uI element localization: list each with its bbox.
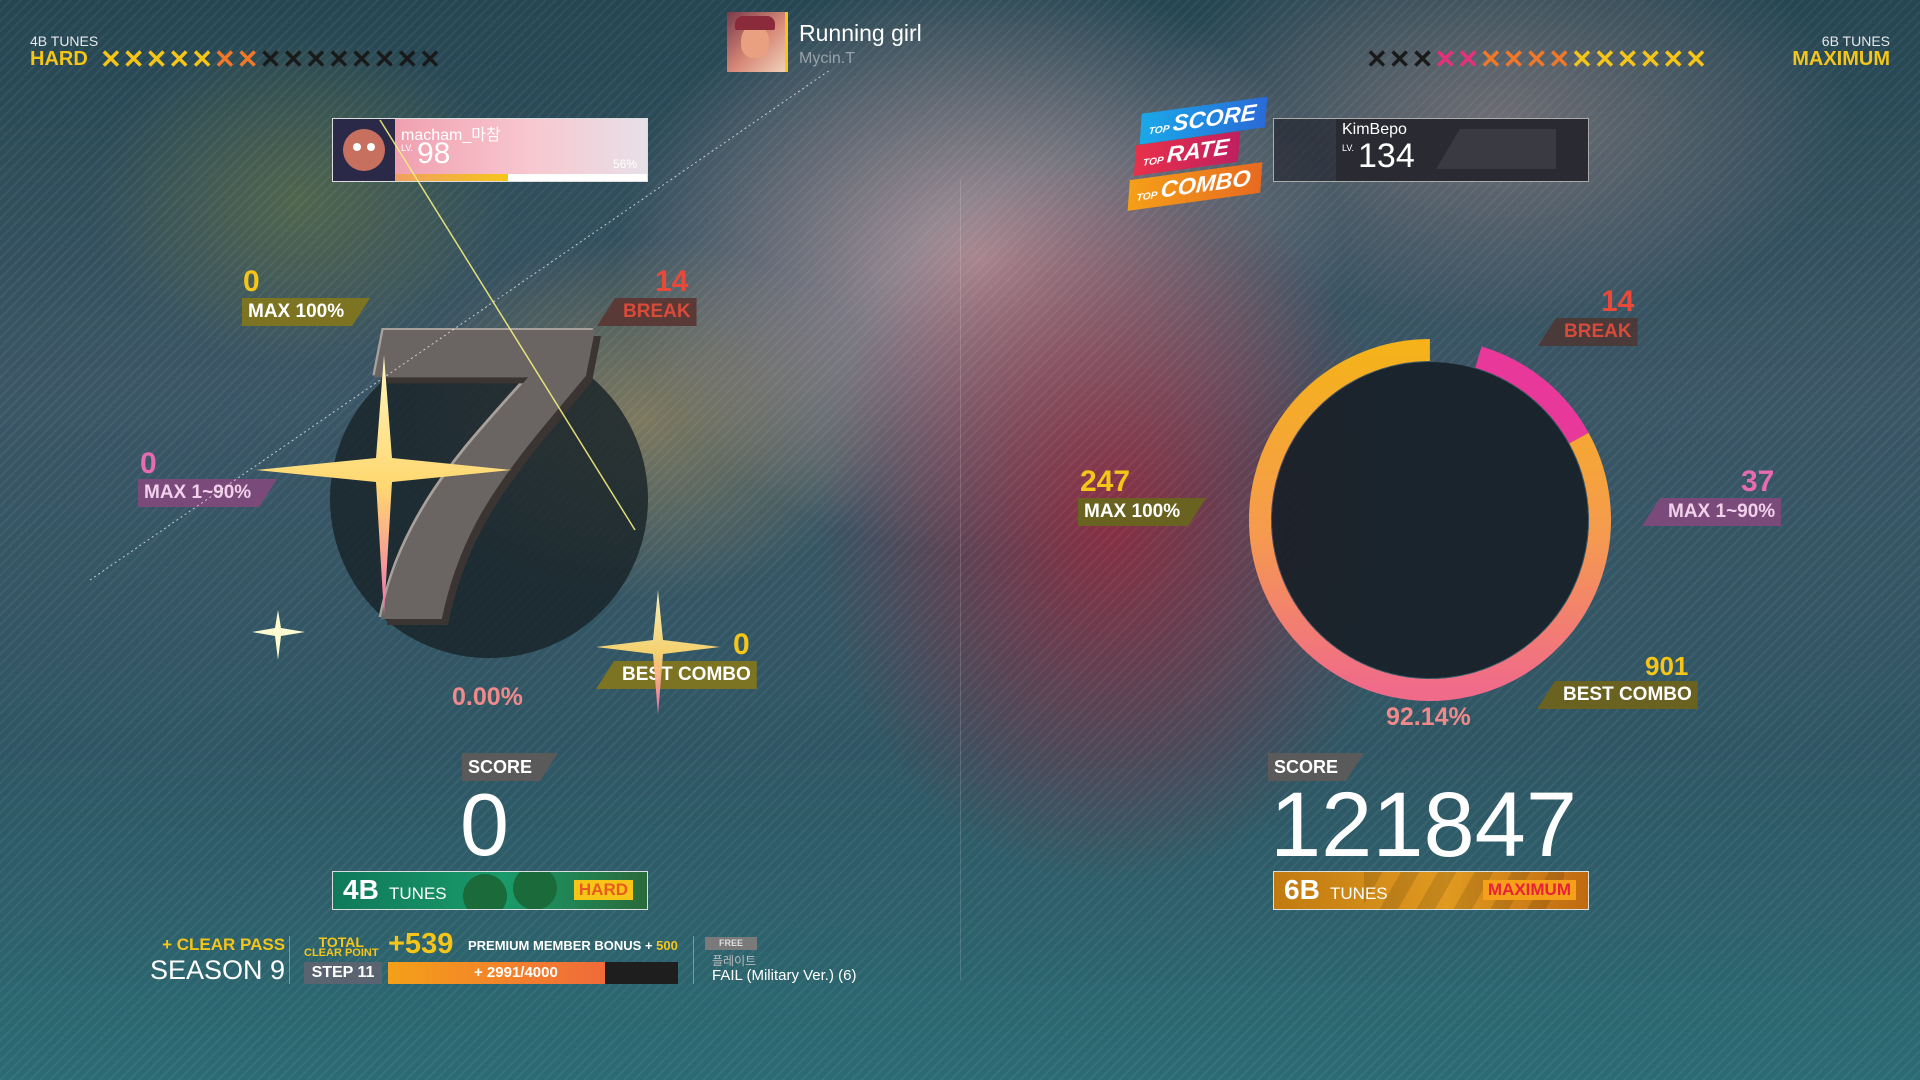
small-sparkle: [252, 610, 305, 660]
footer-divider-2: [693, 936, 694, 984]
right-mode-num: 6B: [1284, 874, 1320, 905]
total-clear-point: TOTAL CLEAR POINT: [304, 934, 379, 959]
ring-inner-disc: [1272, 362, 1588, 678]
top-badge-text: SCORE: [1171, 98, 1258, 137]
left-mode-difficulty: HARD: [573, 880, 633, 900]
right-max100-label: MAX 100%: [1078, 498, 1206, 526]
top-badge-small-text: TOP: [1142, 155, 1165, 169]
step-label: STEP 11: [304, 962, 382, 984]
sparkle-effects: [89, 69, 831, 715]
premium-bonus-label: PREMIUM MEMBER BONUS +: [468, 938, 653, 953]
right-max100-count: 247: [1080, 465, 1131, 498]
left-mode-num: 4B: [343, 874, 379, 905]
right-mode-difficulty: MAXIMUM: [1482, 880, 1576, 900]
top-badge-small-text: TOP: [1136, 190, 1158, 204]
season-label: SEASON 9: [150, 955, 286, 985]
left-mode-plate: 4B TUNES HARD: [332, 871, 648, 910]
right-lv-label: LV.: [1342, 143, 1355, 153]
right-score-value: 121847: [1270, 774, 1577, 876]
big-sparkle: [256, 355, 512, 615]
right-rate-ring: [1249, 339, 1611, 701]
right-mode-plate: 6B TUNES MAXIMUM: [1273, 871, 1589, 910]
step-progress-text: + 2991/4000: [474, 964, 558, 981]
clear-point-label: CLEAR POINT: [304, 947, 379, 959]
right-break-count: 14: [1601, 285, 1635, 318]
footer-divider-1: [289, 936, 290, 984]
left-mode-word: TUNES: [389, 884, 447, 903]
clear-pass: + CLEAR PASS SEASON 9: [150, 935, 285, 986]
right-max1-90-count: 37: [1741, 465, 1775, 498]
premium-bonus-value: 500: [656, 938, 678, 953]
step-progress-bar: + 2991/4000: [388, 962, 678, 984]
right-player-level: 134: [1358, 137, 1415, 175]
right-rate: 92.14%: [1386, 703, 1471, 731]
right-player-card[interactable]: KimBepo LV. 134: [1273, 118, 1589, 182]
play-name: FAIL (Military Ver.) (6): [712, 967, 857, 984]
right-best-combo-count: 901: [1645, 651, 1689, 681]
top-badges: TOPSCORE TOPRATE TOPCOMBO: [1127, 96, 1268, 211]
clear-points-value: +539: [388, 928, 454, 960]
left-score-value: 0: [460, 775, 509, 874]
free-badge: FREE: [705, 937, 757, 950]
top-badge-small-text: TOP: [1148, 123, 1170, 138]
right-mode-word: TUNES: [1330, 884, 1388, 903]
right-max1-90-label: MAX 1~90%: [1642, 498, 1782, 526]
clear-pass-label: + CLEAR PASS: [162, 935, 286, 954]
premium-bonus: PREMIUM MEMBER BONUS + 500: [468, 938, 678, 953]
right-player-avatar: [1274, 119, 1336, 181]
combo-sparkle: [596, 590, 720, 715]
